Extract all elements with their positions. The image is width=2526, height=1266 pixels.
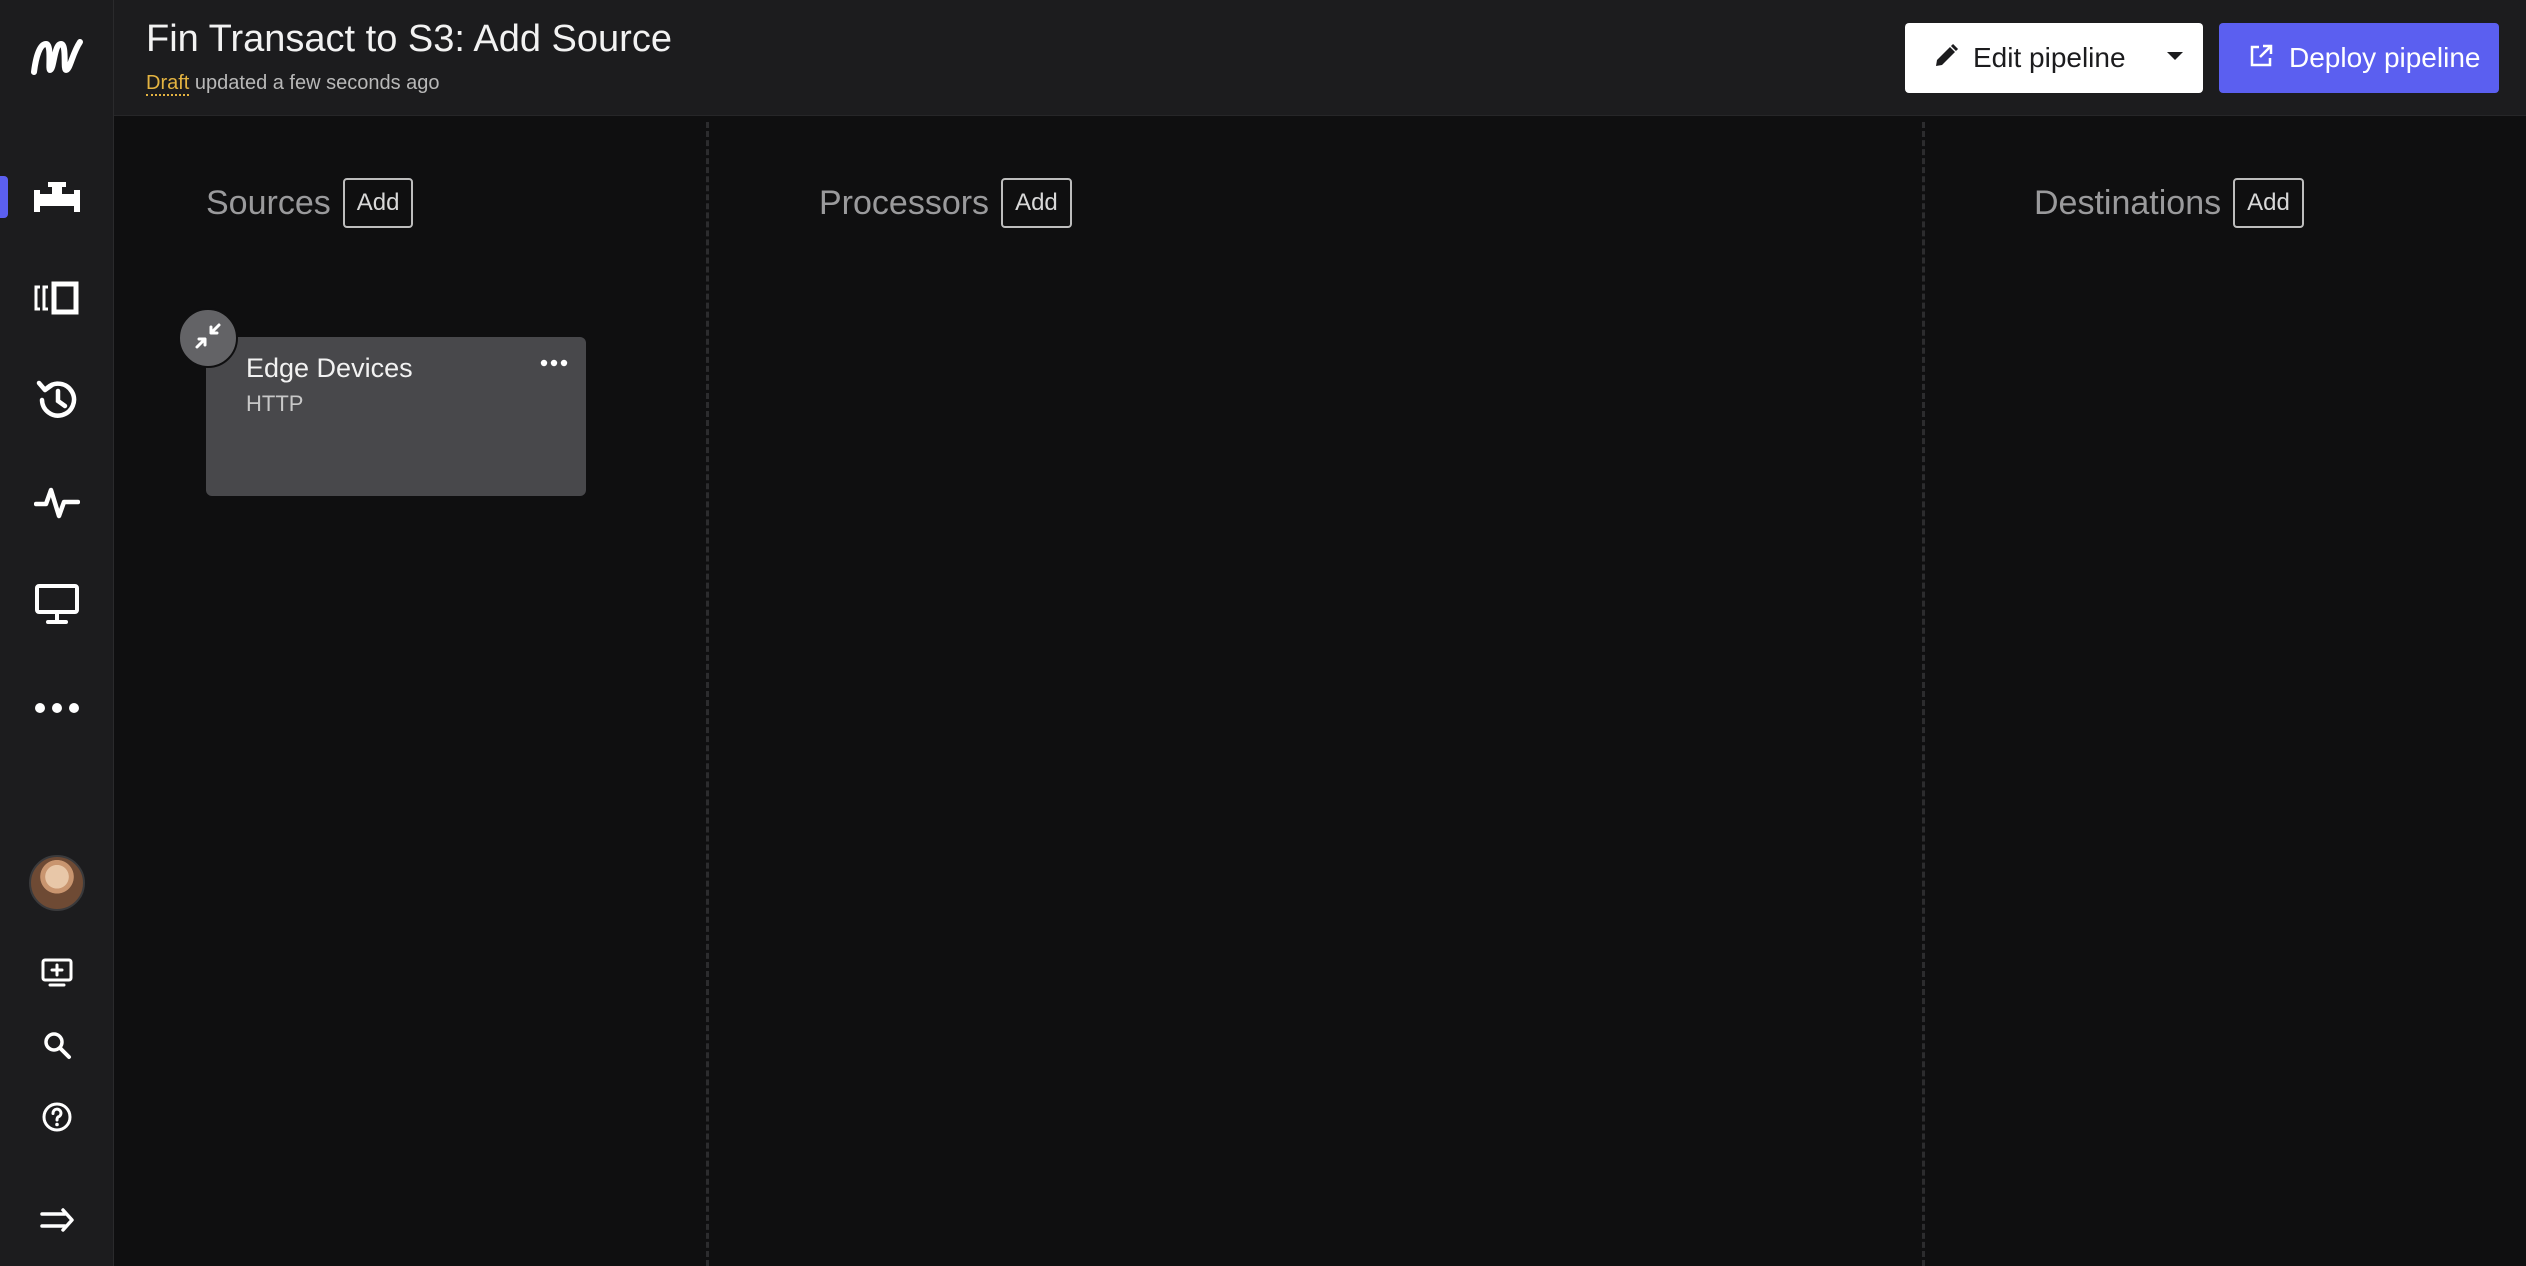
processors-column-header: Processors Add <box>819 178 1072 228</box>
deploy-pipeline-label: Deploy pipeline <box>2289 42 2481 73</box>
edit-pipeline-label: Edit pipeline <box>1973 42 2126 73</box>
edit-pipeline-dropdown[interactable] <box>2147 23 2203 93</box>
pipeline-status: Draft updated a few seconds ago <box>146 72 440 96</box>
sources-title: Sources <box>206 183 331 222</box>
activity-icon <box>34 484 80 520</box>
sources-column-header: Sources Add <box>206 178 414 228</box>
column-divider <box>706 122 709 1266</box>
external-link-icon <box>2249 44 2273 73</box>
page-title: Fin Transact to S3: Add Source <box>146 18 672 60</box>
sidebar-item-monitoring[interactable] <box>0 474 114 530</box>
monitor-icon <box>34 583 80 625</box>
more-icon <box>34 702 80 714</box>
history-icon <box>34 377 80 423</box>
source-card-name: Edge Devices <box>246 353 413 383</box>
pencil-icon <box>1933 43 1959 74</box>
draft-badge[interactable]: Draft <box>146 72 190 96</box>
destinations-column-header: Destinations Add <box>2034 178 2304 228</box>
add-source-button[interactable]: Add <box>342 178 414 228</box>
sidebar-item-pipelines[interactable] <box>0 170 114 226</box>
sidebar-item-frames[interactable] <box>0 270 114 326</box>
pipeline-canvas[interactable]: Sources Add Processors Add Destinations … <box>114 116 2526 1266</box>
sidebar <box>0 0 114 1266</box>
add-destination-button[interactable]: Add <box>2233 178 2304 228</box>
card-menu-button[interactable] <box>536 351 572 375</box>
frames-icon <box>34 281 80 315</box>
updated-text: updated a few seconds ago <box>189 72 440 94</box>
source-card-type: HTTP <box>246 391 304 416</box>
collapse-button[interactable] <box>178 308 238 368</box>
processors-title: Processors <box>819 183 990 222</box>
avatar[interactable] <box>29 855 85 911</box>
add-processor-button[interactable]: Add <box>1001 178 1072 228</box>
sidebar-item-devices[interactable] <box>0 576 114 632</box>
source-card[interactable]: Edge Devices HTTP <box>206 337 586 496</box>
expand-sidebar-button[interactable] <box>0 1200 114 1240</box>
more-horizontal-icon <box>540 354 568 372</box>
search-button[interactable] <box>0 1025 114 1065</box>
help-icon <box>41 1101 73 1133</box>
add-screen-button[interactable] <box>0 953 114 993</box>
help-button[interactable] <box>0 1097 114 1137</box>
collapse-arrows-icon <box>193 321 223 356</box>
caret-down-icon <box>2165 49 2185 67</box>
edit-pipeline-button[interactable]: Edit pipeline <box>1905 23 2203 93</box>
deploy-pipeline-button[interactable]: Deploy pipeline <box>2219 23 2499 93</box>
header: Fin Transact to S3: Add Source Draft upd… <box>114 0 2526 116</box>
sidebar-item-history[interactable] <box>0 372 114 428</box>
sidebar-item-more[interactable] <box>0 680 114 736</box>
destinations-title: Destinations <box>2034 183 2222 222</box>
pipeline-icon <box>32 180 82 216</box>
column-divider <box>1922 122 1925 1266</box>
logo-icon[interactable] <box>0 28 114 84</box>
expand-icon <box>39 1206 75 1234</box>
search-icon <box>42 1030 72 1060</box>
add-screen-icon <box>41 958 73 988</box>
